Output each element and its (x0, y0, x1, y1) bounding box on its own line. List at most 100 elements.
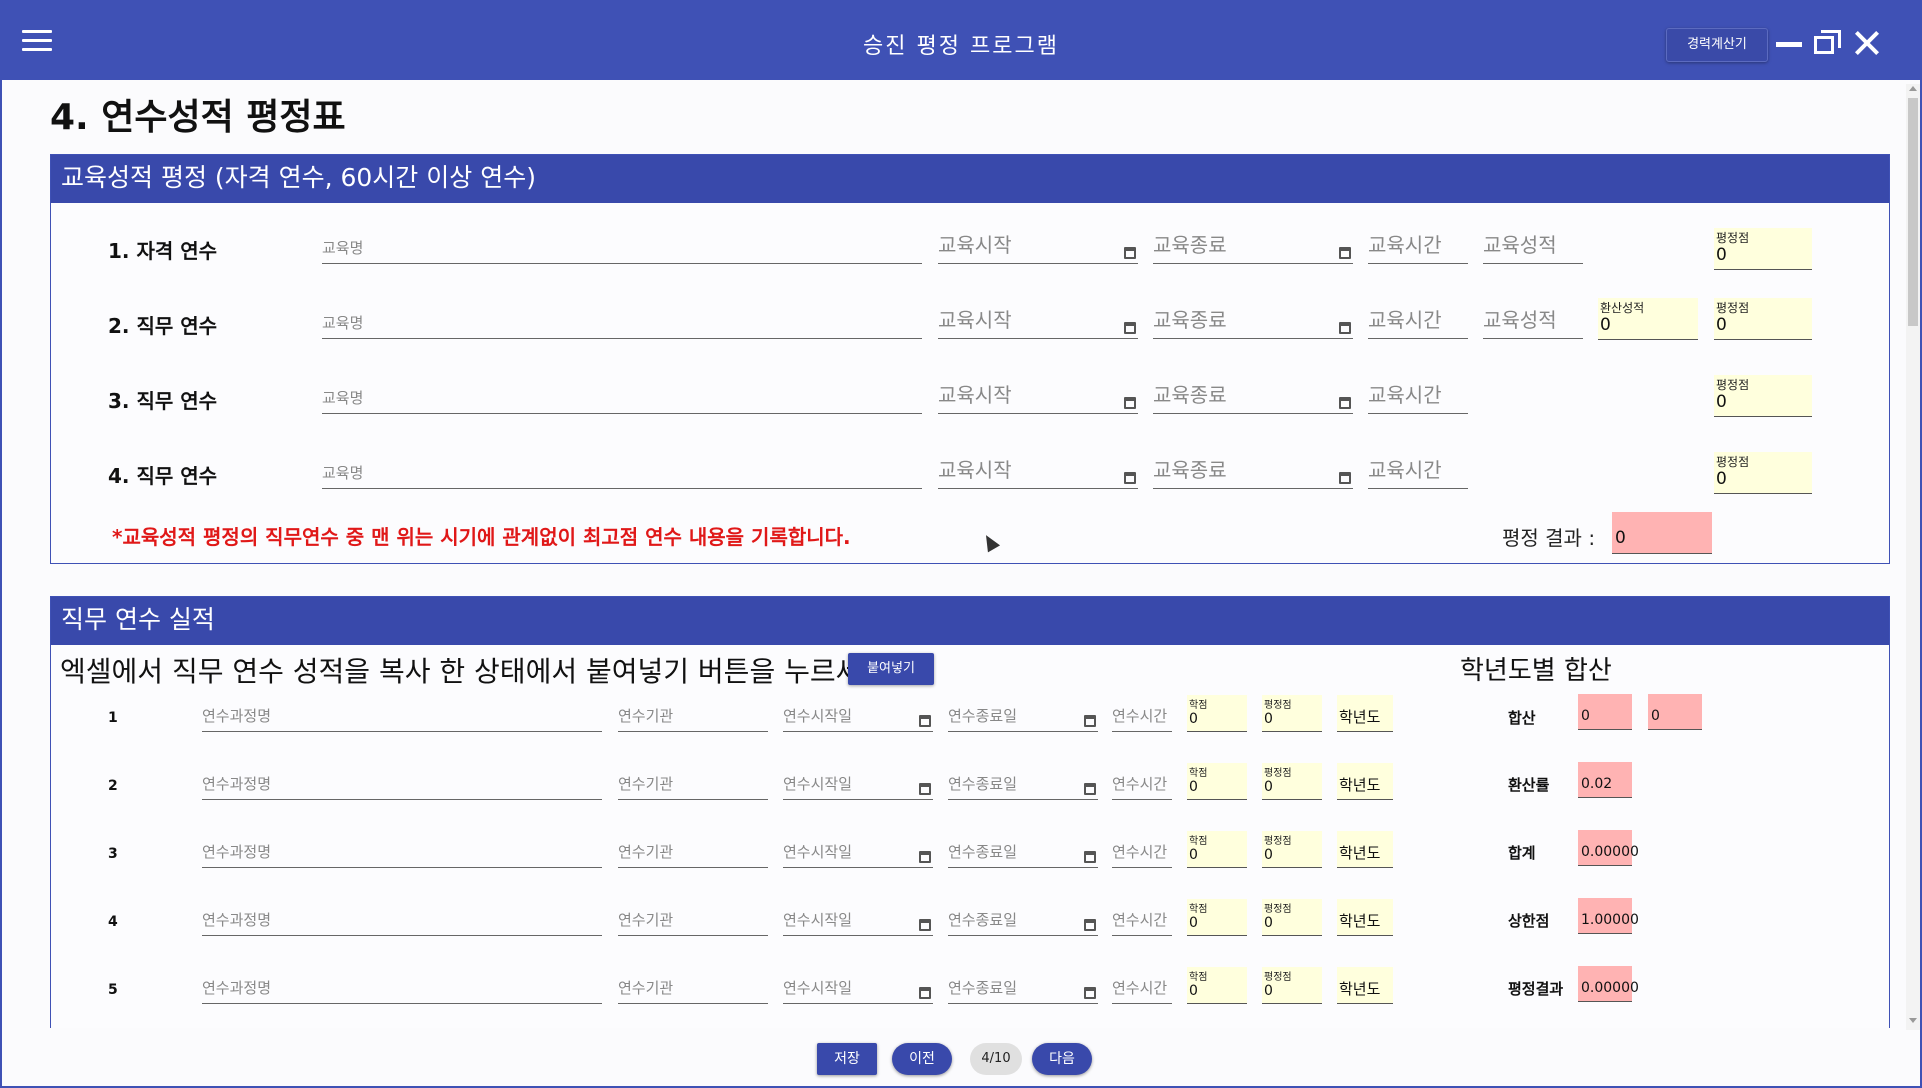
credit-field[interactable]: 학점 0 (1187, 831, 1247, 868)
education-name-input[interactable]: 교육명 (322, 309, 922, 339)
menu-icon[interactable] (22, 30, 52, 54)
close-icon[interactable] (1850, 26, 1884, 60)
calendar-icon[interactable] (919, 851, 931, 863)
education-hours-input[interactable]: 교육시간 (1368, 383, 1468, 414)
school-year-field[interactable]: 학년도 (1337, 967, 1393, 1004)
paste-button[interactable]: 붙여넣기 (848, 653, 934, 685)
education-start-date[interactable]: 교육시작 (938, 383, 1138, 414)
institution-input[interactable]: 연수기관 (618, 906, 768, 936)
calendar-icon[interactable] (1124, 322, 1136, 334)
course-end-date[interactable]: 연수종료일 (948, 838, 1098, 868)
calendar-icon[interactable] (1339, 397, 1351, 409)
education-name-input[interactable]: 교육명 (322, 234, 922, 264)
restore-icon[interactable] (1810, 26, 1844, 60)
calendar-icon[interactable] (1339, 247, 1351, 259)
course-name-input[interactable]: 연수과정명 (202, 702, 602, 732)
education-end-date[interactable]: 교육종료 (1153, 458, 1353, 489)
course-start-date[interactable]: 연수시작일 (783, 702, 933, 732)
course-end-date[interactable]: 연수종료일 (948, 770, 1098, 800)
course-hours-input[interactable]: 연수시간 (1112, 838, 1172, 868)
school-year-field[interactable]: 학년도 (1337, 831, 1393, 868)
course-name-input[interactable]: 연수과정명 (202, 770, 602, 800)
scroll-up-arrow-icon[interactable] (1909, 86, 1917, 91)
education-grade-input[interactable]: 교육성적 (1483, 233, 1583, 264)
institution-input[interactable]: 연수기관 (618, 974, 768, 1004)
course-start-date[interactable]: 연수시작일 (783, 770, 933, 800)
course-score-field[interactable]: 평정점 0 (1262, 695, 1322, 732)
course-name-input[interactable]: 연수과정명 (202, 906, 602, 936)
next-button[interactable]: 다음 (1032, 1043, 1092, 1075)
converted-grade-field[interactable]: 환산성적 0 (1598, 298, 1698, 340)
career-calculator-button[interactable]: 경력계산기 (1666, 28, 1768, 62)
course-end-date[interactable]: 연수종료일 (948, 906, 1098, 936)
calendar-icon[interactable] (1084, 783, 1096, 795)
score-field[interactable]: 평정점 0 (1714, 298, 1812, 340)
result-value-field[interactable]: 0 (1612, 512, 1712, 554)
course-start-date[interactable]: 연수시작일 (783, 974, 933, 1004)
education-name-input[interactable]: 교육명 (322, 459, 922, 489)
course-name-input[interactable]: 연수과정명 (202, 838, 602, 868)
cap-field[interactable]: 1.00000 (1578, 898, 1639, 934)
education-end-date[interactable]: 교육종료 (1153, 233, 1353, 264)
education-name-input[interactable]: 교육명 (322, 384, 922, 414)
course-score-field[interactable]: 평정점 0 (1262, 763, 1322, 800)
course-score-field[interactable]: 평정점 0 (1262, 899, 1322, 936)
education-hours-input[interactable]: 교육시간 (1368, 308, 1468, 339)
school-year-field[interactable]: 학년도 (1337, 763, 1393, 800)
education-end-date[interactable]: 교육종료 (1153, 308, 1353, 339)
calendar-icon[interactable] (919, 919, 931, 931)
credit-field[interactable]: 학점 0 (1187, 763, 1247, 800)
course-score-field[interactable]: 평정점 0 (1262, 831, 1322, 868)
calendar-icon[interactable] (1084, 919, 1096, 931)
save-button[interactable]: 저장 (817, 1043, 877, 1075)
conversion-rate-field[interactable]: 0.02 (1578, 762, 1632, 798)
previous-button[interactable]: 이전 (892, 1043, 952, 1075)
calendar-icon[interactable] (1084, 851, 1096, 863)
credit-field[interactable]: 학점 0 (1187, 967, 1247, 1004)
course-start-date[interactable]: 연수시작일 (783, 838, 933, 868)
institution-input[interactable]: 연수기관 (618, 838, 768, 868)
total-field[interactable]: 0.00000 (1578, 830, 1639, 866)
credit-field[interactable]: 학점 0 (1187, 899, 1247, 936)
course-end-date[interactable]: 연수종료일 (948, 702, 1098, 732)
calendar-icon[interactable] (1124, 472, 1136, 484)
score-field[interactable]: 평정점 0 (1714, 375, 1812, 417)
education-end-date[interactable]: 교육종료 (1153, 383, 1353, 414)
scrollbar-thumb[interactable] (1908, 98, 1918, 326)
calendar-icon[interactable] (1124, 397, 1136, 409)
score-field[interactable]: 평정점 0 (1714, 228, 1812, 270)
calendar-icon[interactable] (919, 987, 931, 999)
credit-field[interactable]: 학점 0 (1187, 695, 1247, 732)
course-hours-input[interactable]: 연수시간 (1112, 770, 1172, 800)
calendar-icon[interactable] (1084, 715, 1096, 727)
education-start-date[interactable]: 교육시작 (938, 233, 1138, 264)
education-start-date[interactable]: 교육시작 (938, 308, 1138, 339)
calendar-icon[interactable] (919, 715, 931, 727)
calendar-icon[interactable] (1124, 247, 1136, 259)
education-hours-input[interactable]: 교육시간 (1368, 458, 1468, 489)
course-end-date[interactable]: 연수종료일 (948, 974, 1098, 1004)
course-hours-input[interactable]: 연수시간 (1112, 974, 1172, 1004)
course-hours-input[interactable]: 연수시간 (1112, 702, 1172, 732)
school-year-field[interactable]: 학년도 (1337, 899, 1393, 936)
course-score-field[interactable]: 평정점 0 (1262, 967, 1322, 1004)
score-field[interactable]: 평정점 0 (1714, 452, 1812, 494)
calendar-icon[interactable] (1339, 322, 1351, 334)
institution-input[interactable]: 연수기관 (618, 702, 768, 732)
course-name-input[interactable]: 연수과정명 (202, 974, 602, 1004)
calendar-icon[interactable] (1339, 472, 1351, 484)
scroll-down-arrow-icon[interactable] (1909, 1018, 1917, 1023)
minimize-icon[interactable] (1772, 26, 1806, 60)
institution-input[interactable]: 연수기관 (618, 770, 768, 800)
course-hours-input[interactable]: 연수시간 (1112, 906, 1172, 936)
education-start-date[interactable]: 교육시작 (938, 458, 1138, 489)
sum-value-field-2[interactable]: 0 (1648, 694, 1702, 730)
school-year-field[interactable]: 학년도 (1337, 695, 1393, 732)
calendar-icon[interactable] (919, 783, 931, 795)
course-start-date[interactable]: 연수시작일 (783, 906, 933, 936)
education-hours-input[interactable]: 교육시간 (1368, 233, 1468, 264)
calendar-icon[interactable] (1084, 987, 1096, 999)
sum-value-field[interactable]: 0 (1578, 694, 1632, 730)
yearly-result-field[interactable]: 0.00000 (1578, 966, 1639, 1002)
education-grade-input[interactable]: 교육성적 (1483, 308, 1583, 339)
